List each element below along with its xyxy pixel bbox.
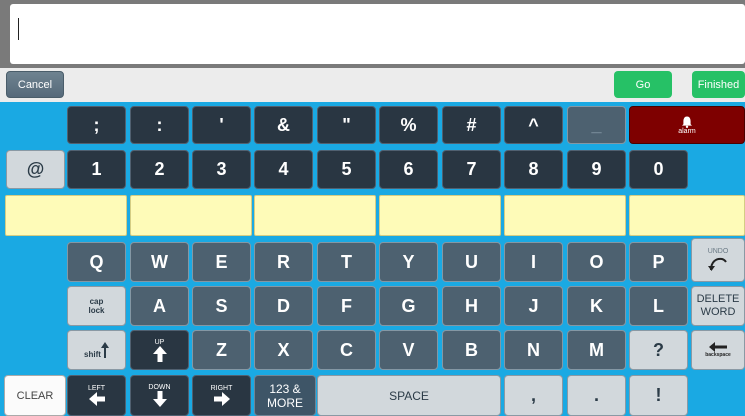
arrow-right-icon xyxy=(213,392,230,406)
suggestion-slot-5[interactable] xyxy=(504,195,626,236)
up-arrow-button[interactable]: UP xyxy=(130,330,189,370)
delete-word-label: DELETE WORD xyxy=(696,293,740,318)
key-q[interactable]: Q xyxy=(67,242,126,282)
more-label-line2: MORE xyxy=(267,395,303,410)
key-v[interactable]: V xyxy=(379,330,438,370)
key-g[interactable]: G xyxy=(379,286,438,326)
shift-button[interactable]: shift xyxy=(67,330,126,370)
key-a[interactable]: A xyxy=(130,286,189,326)
key-comma[interactable]: , xyxy=(504,375,563,416)
alarm-button[interactable]: alarm xyxy=(629,106,745,144)
keyboard-screen: Cancel Go Finished ; : ' & " % # ^ _ ala… xyxy=(0,0,745,416)
shift-label: shift xyxy=(84,349,101,359)
more-label-line1: 123 & xyxy=(269,381,301,396)
key-1[interactable]: 1 xyxy=(67,150,126,189)
key-p[interactable]: P xyxy=(629,242,688,282)
alarm-label: alarm xyxy=(678,127,696,135)
key-2[interactable]: 2 xyxy=(130,150,189,189)
key-5[interactable]: 5 xyxy=(317,150,376,189)
undo-arrow-icon xyxy=(707,255,729,273)
key-n[interactable]: N xyxy=(504,330,563,370)
space-bar[interactable]: SPACE xyxy=(317,375,501,416)
undo-button[interactable]: UNDO xyxy=(691,238,745,282)
key-3[interactable]: 3 xyxy=(192,150,251,189)
key-j[interactable]: J xyxy=(504,286,563,326)
key-k[interactable]: K xyxy=(567,286,626,326)
suggestion-slot-3[interactable] xyxy=(254,195,376,236)
key-u[interactable]: U xyxy=(442,242,501,282)
key-r[interactable]: R xyxy=(254,242,313,282)
key-9[interactable]: 9 xyxy=(567,150,626,189)
key-question-mark[interactable]: ? xyxy=(629,330,688,370)
bell-icon xyxy=(681,116,693,128)
text-entry-field[interactable] xyxy=(10,4,745,64)
cap-lock-label: cap lock xyxy=(88,297,105,315)
key-underscore[interactable]: _ xyxy=(567,106,626,144)
key-t[interactable]: T xyxy=(317,242,376,282)
suggestion-slot-1[interactable] xyxy=(5,195,127,236)
right-arrow-button[interactable]: RIGHT xyxy=(192,375,251,416)
key-f[interactable]: F xyxy=(317,286,376,326)
key-0[interactable]: 0 xyxy=(629,150,688,189)
delete-word-button[interactable]: DELETE WORD xyxy=(691,286,745,326)
backspace-label: backspace xyxy=(705,352,731,358)
key-at[interactable]: @ xyxy=(6,150,65,189)
key-b[interactable]: B xyxy=(442,330,501,370)
key-double-quote[interactable]: " xyxy=(317,106,376,144)
key-w[interactable]: W xyxy=(130,242,189,282)
key-period[interactable]: . xyxy=(567,375,626,416)
key-7[interactable]: 7 xyxy=(442,150,501,189)
key-m[interactable]: M xyxy=(567,330,626,370)
finished-button[interactable]: Finished xyxy=(692,71,745,98)
key-i[interactable]: I xyxy=(504,242,563,282)
text-entry-frame xyxy=(0,0,745,68)
undo-label: UNDO xyxy=(707,247,729,255)
key-l[interactable]: L xyxy=(629,286,688,326)
key-caret[interactable]: ^ xyxy=(504,106,563,144)
suggestion-slot-6[interactable] xyxy=(629,195,745,236)
key-4[interactable]: 4 xyxy=(254,150,313,189)
key-s[interactable]: S xyxy=(192,286,251,326)
key-apostrophe[interactable]: ' xyxy=(192,106,251,144)
down-label: DOWN xyxy=(148,384,171,391)
suggestion-slot-4[interactable] xyxy=(379,195,501,236)
key-ampersand[interactable]: & xyxy=(254,106,313,144)
text-caret xyxy=(18,18,19,40)
arrow-up-icon xyxy=(152,345,167,362)
arrow-down-icon xyxy=(152,391,167,407)
key-h[interactable]: H xyxy=(442,286,501,326)
left-arrow-button[interactable]: LEFT xyxy=(67,375,126,416)
right-label: RIGHT xyxy=(210,385,233,392)
keyboard: ; : ' & " % # ^ _ alarm @ 1 2 3 4 5 6 7 … xyxy=(0,102,745,416)
up-label: UP xyxy=(154,338,165,346)
backspace-button[interactable]: backspace xyxy=(691,330,745,370)
suggestion-slot-2[interactable] xyxy=(130,195,252,236)
cancel-button[interactable]: Cancel xyxy=(6,71,64,98)
action-bar: Cancel Go Finished xyxy=(0,68,745,102)
key-z[interactable]: Z xyxy=(192,330,251,370)
backspace-arrow-icon xyxy=(709,342,727,352)
key-y[interactable]: Y xyxy=(379,242,438,282)
key-e[interactable]: E xyxy=(192,242,251,282)
cap-lock-button[interactable]: cap lock xyxy=(67,286,126,326)
key-d[interactable]: D xyxy=(254,286,313,326)
shift-arrow-icon xyxy=(100,342,109,358)
more-keys-button[interactable]: 123 & MORE xyxy=(254,375,316,416)
key-8[interactable]: 8 xyxy=(504,150,563,189)
key-colon[interactable]: : xyxy=(130,106,189,144)
left-label: LEFT xyxy=(87,385,106,392)
key-percent[interactable]: % xyxy=(379,106,438,144)
key-exclamation[interactable]: ! xyxy=(629,375,688,416)
key-6[interactable]: 6 xyxy=(379,150,438,189)
clear-button[interactable]: CLEAR xyxy=(4,375,66,416)
go-button[interactable]: Go xyxy=(614,71,672,98)
arrow-left-icon xyxy=(88,392,105,406)
down-arrow-button[interactable]: DOWN xyxy=(130,375,189,416)
key-c[interactable]: C xyxy=(317,330,376,370)
key-o[interactable]: O xyxy=(567,242,626,282)
key-semicolon[interactable]: ; xyxy=(67,106,126,144)
key-hash[interactable]: # xyxy=(442,106,501,144)
key-x[interactable]: X xyxy=(254,330,313,370)
